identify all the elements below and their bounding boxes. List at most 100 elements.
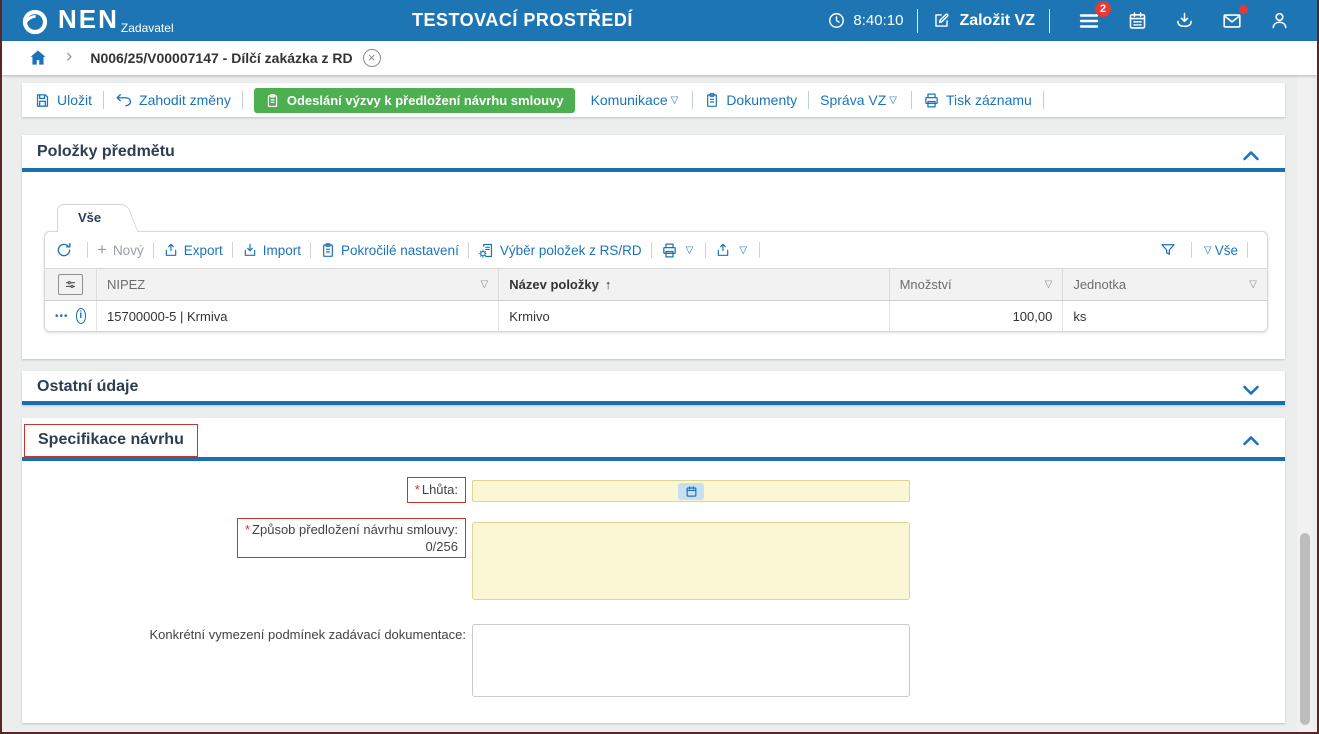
nen-app-window: NEN Zadavatel TESTOVACÍ PROSTŘEDÍ 8:40:1… (0, 0, 1319, 734)
print-dropdown-button[interactable]: ▽ (661, 242, 697, 259)
calendar-button[interactable] (1127, 10, 1148, 31)
clipboard-icon (323, 243, 333, 257)
tab-all[interactable]: Vše (57, 204, 121, 232)
section-underline (22, 457, 1285, 461)
document-gear-icon (478, 243, 492, 258)
row-info-icon[interactable]: i (75, 308, 86, 324)
grid-toolbar-divider (1247, 242, 1248, 258)
vertical-scrollbar-track[interactable] (1297, 75, 1313, 732)
toolbar-divider (1042, 91, 1044, 109)
advanced-settings-button[interactable]: Pokročilé nastavení (320, 242, 459, 258)
dropdown-icon: ▽ (685, 244, 694, 256)
person-icon (1272, 12, 1287, 29)
manage-vz-menu[interactable]: Správa VZ ▽ (820, 92, 900, 108)
required-asterisk: * (414, 482, 420, 497)
collapse-section-chevron-up-icon[interactable] (1239, 429, 1263, 458)
dropdown-icon: ▽ (889, 94, 897, 106)
download-button[interactable] (1174, 10, 1195, 31)
toolbar-divider (103, 91, 105, 109)
header-divider (917, 8, 919, 33)
items-section-title: Položky předmětu (37, 143, 175, 160)
breadcrumb-item[interactable]: N006/25/V00007147 - Dílčí zakázka z RD (90, 50, 352, 66)
spec-title-required-box: Specifikace návrhu (24, 424, 198, 457)
breadcrumb-chevron-icon: › (66, 46, 73, 67)
vertical-scrollbar-thumb[interactable] (1300, 533, 1310, 725)
toolbar-divider (692, 91, 694, 109)
column-filter-icon[interactable]: ▽ (1045, 279, 1053, 290)
save-button[interactable]: Uložit (34, 92, 92, 109)
header-actions: 8:40:10 Založit VZ 2 (827, 0, 1303, 41)
calendar-icon (1129, 12, 1146, 29)
download-tray-icon (1177, 12, 1192, 28)
view-filter-all-dropdown[interactable]: ▽ Vše (1201, 243, 1238, 258)
column-header-label: NIPEZ (106, 277, 146, 292)
calendar-icon (686, 486, 696, 497)
toolbar-divider (808, 91, 810, 109)
column-header-nipez[interactable]: NIPEZ ▽ (97, 269, 500, 300)
printer-icon (662, 242, 676, 258)
save-icon (36, 93, 49, 107)
top-header-bar: NEN Zadavatel TESTOVACÍ PROSTŘEDÍ 8:40:1… (2, 0, 1317, 41)
spec-section-title: Specifikace návrhu (38, 431, 184, 448)
import-button[interactable]: Import (242, 242, 301, 258)
column-header-nazev-polozky[interactable]: Název položky ↑ (499, 269, 890, 300)
export-icon (165, 243, 176, 256)
method-char-counter: 0/256 (425, 539, 458, 554)
plus-icon: + (97, 240, 107, 259)
new-item-button[interactable]: + Nový (97, 240, 144, 260)
grid-toolbar-divider (467, 242, 469, 258)
communication-label: Komunikace (590, 92, 668, 108)
column-header-jednotka[interactable]: Jednotka ▽ (1063, 269, 1267, 300)
table-header-row: NIPEZ ▽ Název položky ↑ Množství ▽ Jedno… (45, 268, 1267, 301)
create-vz-button[interactable]: Založit VZ (932, 11, 1035, 30)
method-label-box: * Způsob předložení návrhu smlouvy: 0/256 (236, 518, 466, 558)
communication-menu[interactable]: Komunikace ▽ (591, 92, 682, 108)
select-items-rs-rd-label: Výběr položek z RS/RD (499, 242, 642, 258)
send-proposal-button[interactable]: Odeslání výzvy k předložení návrhu smlou… (253, 87, 575, 113)
method-textarea[interactable] (472, 522, 910, 600)
print-record-label: Tisk záznamu (945, 92, 1032, 108)
export-button[interactable]: Export (163, 242, 223, 258)
column-filter-icon[interactable]: ▽ (1249, 279, 1257, 290)
documents-button[interactable]: Dokumenty (704, 92, 797, 108)
conditions-textarea[interactable] (472, 624, 910, 697)
funnel-icon (1161, 244, 1175, 255)
create-vz-label: Založit VZ (959, 11, 1035, 29)
brand-logo[interactable]: NEN Zadavatel (20, 4, 174, 37)
column-header-label: Název položky (509, 277, 599, 292)
grid-toolbar-divider (231, 242, 233, 258)
grid-toolbar-divider (650, 242, 652, 258)
session-time-value: 8:40:10 (853, 12, 904, 29)
cell-jednotka: ks (1073, 308, 1087, 324)
refresh-button[interactable] (55, 241, 78, 259)
column-header-label: Množství (899, 277, 952, 292)
refresh-icon (57, 243, 71, 257)
row-actions-icon[interactable]: ••• (55, 311, 69, 322)
toolbar-divider (241, 91, 243, 109)
user-profile-button[interactable] (1269, 10, 1290, 31)
main-menu-button[interactable]: 2 (1077, 0, 1111, 33)
date-picker-button[interactable] (678, 483, 704, 500)
cell-nipez: 15700000-5 | Krmiva (97, 301, 500, 331)
grid-toolbar: + Nový Export Import Pokročilé nastavení (45, 232, 1267, 268)
home-icon (30, 50, 46, 65)
print-record-button[interactable]: Tisk záznamu (923, 92, 1032, 109)
discard-icon (116, 94, 132, 107)
close-tab-icon[interactable]: × (362, 49, 381, 67)
discard-changes-button[interactable]: Zahodit změny (115, 91, 231, 109)
table-row[interactable]: ••• i 15700000-5 | Krmiva Krmivo 100,00 … (45, 301, 1267, 331)
nen-logo-icon (22, 9, 48, 35)
session-time: 8:40:10 (827, 11, 903, 30)
deadline-label: * Lhůta: (414, 482, 458, 497)
messages-button[interactable] (1221, 4, 1248, 32)
menu-badge: 2 (1095, 0, 1111, 17)
dropdown-icon: ▽ (1204, 244, 1212, 256)
share-dropdown-button[interactable]: ▽ (715, 242, 750, 258)
column-chooser-button[interactable] (57, 274, 83, 295)
select-items-rs-rd-button[interactable]: Výběr položek z RS/RD (478, 242, 642, 259)
column-header-mnozstvi[interactable]: Množství ▽ (890, 269, 1064, 300)
column-filter-icon[interactable]: ▽ (481, 279, 489, 290)
filter-button[interactable] (1159, 241, 1182, 259)
home-button[interactable] (28, 48, 48, 68)
environment-title: TESTOVACÍ PROSTŘEDÍ (412, 10, 633, 30)
